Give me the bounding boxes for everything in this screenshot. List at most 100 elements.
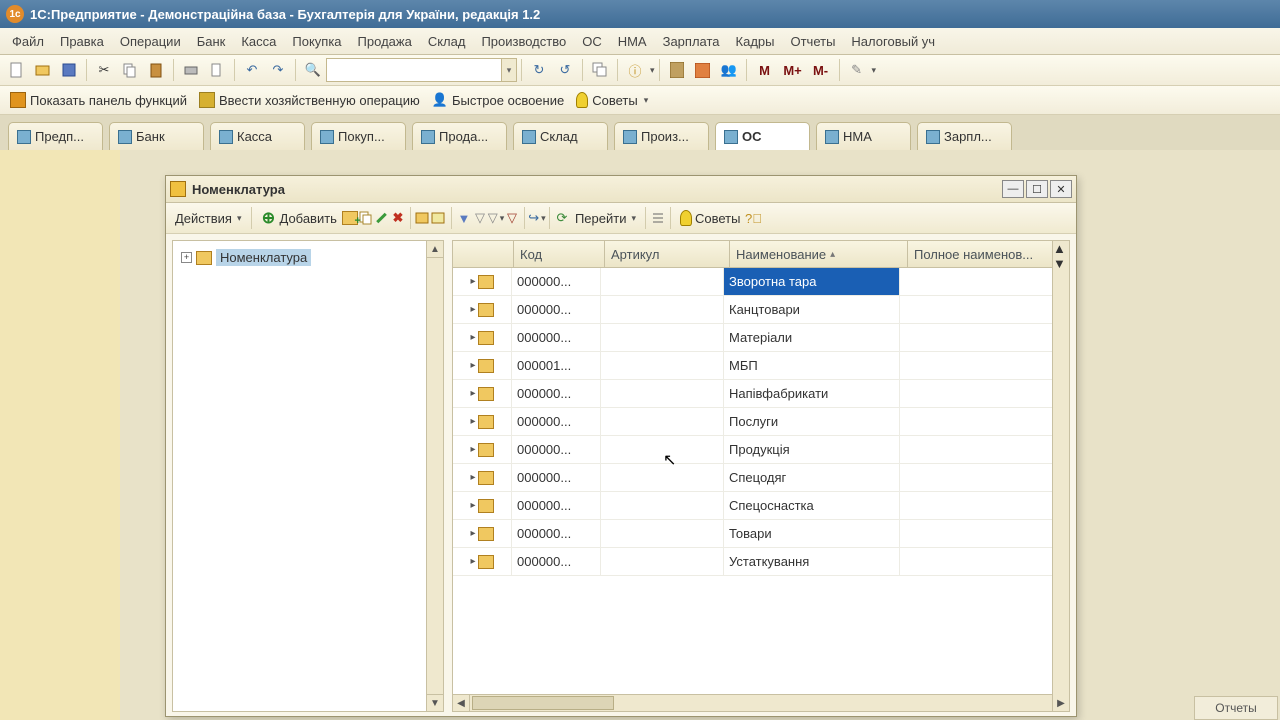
scroll-right-icon[interactable]: ▶ xyxy=(1052,695,1069,711)
close-button[interactable]: ✕ xyxy=(1050,180,1072,198)
table-row[interactable]: ▸000000...Напівфабрикати xyxy=(453,380,1069,408)
table-row[interactable]: ▸000000...Спецодяг xyxy=(453,464,1069,492)
quick-start[interactable]: 👤 Быстрое освоение xyxy=(426,90,570,110)
tree-root-node[interactable]: + Номенклатура xyxy=(179,247,420,268)
m-minus-button[interactable]: M- xyxy=(810,60,832,80)
cut-icon[interactable]: ✂ xyxy=(94,60,114,80)
menu-3[interactable]: Банк xyxy=(189,30,234,53)
search-input[interactable] xyxy=(326,58,502,82)
menu-7[interactable]: Склад xyxy=(420,30,474,53)
table-row[interactable]: ▸000001...МБП xyxy=(453,352,1069,380)
h-scrollbar[interactable]: ◀ ▶ xyxy=(453,694,1069,711)
refresh-icon[interactable]: ⟳ xyxy=(554,210,570,226)
menu-5[interactable]: Покупка xyxy=(284,30,349,53)
tab-4[interactable]: Прода... xyxy=(412,122,507,150)
tab-0[interactable]: Предп... xyxy=(8,122,103,150)
calendar-icon[interactable] xyxy=(693,60,713,80)
table-row[interactable]: ▸000000...Послуги xyxy=(453,408,1069,436)
menu-8[interactable]: Производство xyxy=(473,30,574,53)
actions-menu[interactable]: Действия▾ xyxy=(170,209,247,228)
tool-icon[interactable]: ✎ xyxy=(847,60,867,80)
th-article[interactable]: Артикул xyxy=(605,241,730,267)
windows-icon[interactable] xyxy=(590,60,610,80)
hierarchy-icon[interactable] xyxy=(431,210,447,226)
paste-icon[interactable] xyxy=(146,60,166,80)
menu-10[interactable]: НМА xyxy=(610,30,655,53)
tab-6[interactable]: Произ... xyxy=(614,122,709,150)
table-row[interactable]: ▸000000...Зворотна тара xyxy=(453,268,1069,296)
tree-scrollbar[interactable]: ▲ ▼ xyxy=(426,241,443,711)
th-code[interactable]: Код xyxy=(514,241,605,267)
menu-0[interactable]: Файл xyxy=(4,30,52,53)
users-icon[interactable]: 👥 xyxy=(719,60,739,80)
menu-1[interactable]: Правка xyxy=(52,30,112,53)
search-icon[interactable]: 🔍 xyxy=(303,60,323,80)
table-row[interactable]: ▸000000...Товари xyxy=(453,520,1069,548)
info-icon[interactable]: ⓘ xyxy=(625,60,645,80)
enter-operation[interactable]: Ввести хозяйственную операцию xyxy=(193,90,426,110)
add-folder-icon[interactable]: + xyxy=(342,210,358,226)
menu-4[interactable]: Касса xyxy=(233,30,284,53)
table-row[interactable]: ▸000000...Спецоснастка xyxy=(453,492,1069,520)
refresh-icon[interactable]: ↻ xyxy=(529,60,549,80)
table-row[interactable]: ▸000000...Продукція xyxy=(453,436,1069,464)
edit-icon[interactable] xyxy=(374,210,390,226)
tips-button[interactable]: Советы ▾ xyxy=(570,90,654,110)
m-button[interactable]: M xyxy=(754,60,776,80)
th-name[interactable]: Наименование xyxy=(730,241,908,267)
nav-icon[interactable]: ↺ xyxy=(555,60,575,80)
help-icon[interactable]: ?⃝ xyxy=(745,210,761,226)
menu-2[interactable]: Операции xyxy=(112,30,189,53)
save-icon[interactable] xyxy=(59,60,79,80)
table-row[interactable]: ▸000000...Матеріали xyxy=(453,324,1069,352)
table-row[interactable]: ▸000000...Канцтовари xyxy=(453,296,1069,324)
calc-icon[interactable] xyxy=(667,60,687,80)
bottom-reports-tab[interactable]: Отчеты xyxy=(1194,696,1278,720)
redo-icon[interactable]: ↷ xyxy=(268,60,288,80)
th-icon[interactable] xyxy=(453,241,514,267)
new-doc-icon[interactable] xyxy=(7,60,27,80)
filter3-icon[interactable]: ▽▾ xyxy=(488,210,504,226)
filter1-icon[interactable]: ▼ xyxy=(456,210,472,226)
menu-11[interactable]: Зарплата xyxy=(655,30,728,53)
dropdown-icon[interactable]: ▾ xyxy=(872,65,877,76)
menu-12[interactable]: Кадры xyxy=(728,30,783,53)
m-plus-button[interactable]: M+ xyxy=(782,60,804,80)
goto-menu[interactable]: Перейти▾ xyxy=(570,209,641,228)
tips-button[interactable]: Советы xyxy=(675,208,745,228)
tab-9[interactable]: Зарпл... xyxy=(917,122,1012,150)
minimize-button[interactable]: — xyxy=(1002,180,1024,198)
maximize-button[interactable]: ☐ xyxy=(1026,180,1048,198)
add-button[interactable]: ⊕ Добавить xyxy=(256,208,342,228)
tab-3[interactable]: Покуп... xyxy=(311,122,406,150)
window-titlebar[interactable]: Номенклатура — ☐ ✕ xyxy=(166,176,1076,203)
scroll-down-icon[interactable]: ▼ xyxy=(427,694,443,711)
scroll-thumb[interactable] xyxy=(472,696,614,710)
dropdown-icon[interactable]: ▾ xyxy=(650,65,655,76)
print-icon[interactable] xyxy=(181,60,201,80)
tab-7[interactable]: ОС xyxy=(715,122,810,150)
th-fullname[interactable]: Полное наименов... xyxy=(908,241,1069,267)
tab-2[interactable]: Касса xyxy=(210,122,305,150)
move-icon[interactable] xyxy=(415,210,431,226)
list-icon[interactable] xyxy=(650,210,666,226)
scroll-down-icon[interactable]: ▼ xyxy=(1053,256,1069,271)
table-row[interactable]: ▸000000...Устаткування xyxy=(453,548,1069,576)
tab-1[interactable]: Банк xyxy=(109,122,204,150)
tab-8[interactable]: НМА xyxy=(816,122,911,150)
scroll-up-icon[interactable]: ▲ xyxy=(427,241,443,258)
scroll-up-icon[interactable]: ▲ xyxy=(1053,241,1069,256)
nav-icon[interactable]: ↪▾ xyxy=(529,210,545,226)
undo-icon[interactable]: ↶ xyxy=(242,60,262,80)
search-dropdown[interactable]: ▾ xyxy=(502,58,517,82)
delete-icon[interactable]: ✖ xyxy=(390,210,406,226)
show-functions-panel[interactable]: Показать панель функций xyxy=(4,90,193,110)
open-icon[interactable] xyxy=(33,60,53,80)
copy-icon[interactable] xyxy=(120,60,140,80)
menu-13[interactable]: Отчеты xyxy=(782,30,843,53)
preview-icon[interactable] xyxy=(207,60,227,80)
v-scrollbar[interactable]: ▲ ▼ xyxy=(1052,241,1069,695)
filter2-icon[interactable]: ▽ xyxy=(472,210,488,226)
menu-6[interactable]: Продажа xyxy=(350,30,420,53)
clear-filter-icon[interactable]: ▽ xyxy=(504,210,520,226)
